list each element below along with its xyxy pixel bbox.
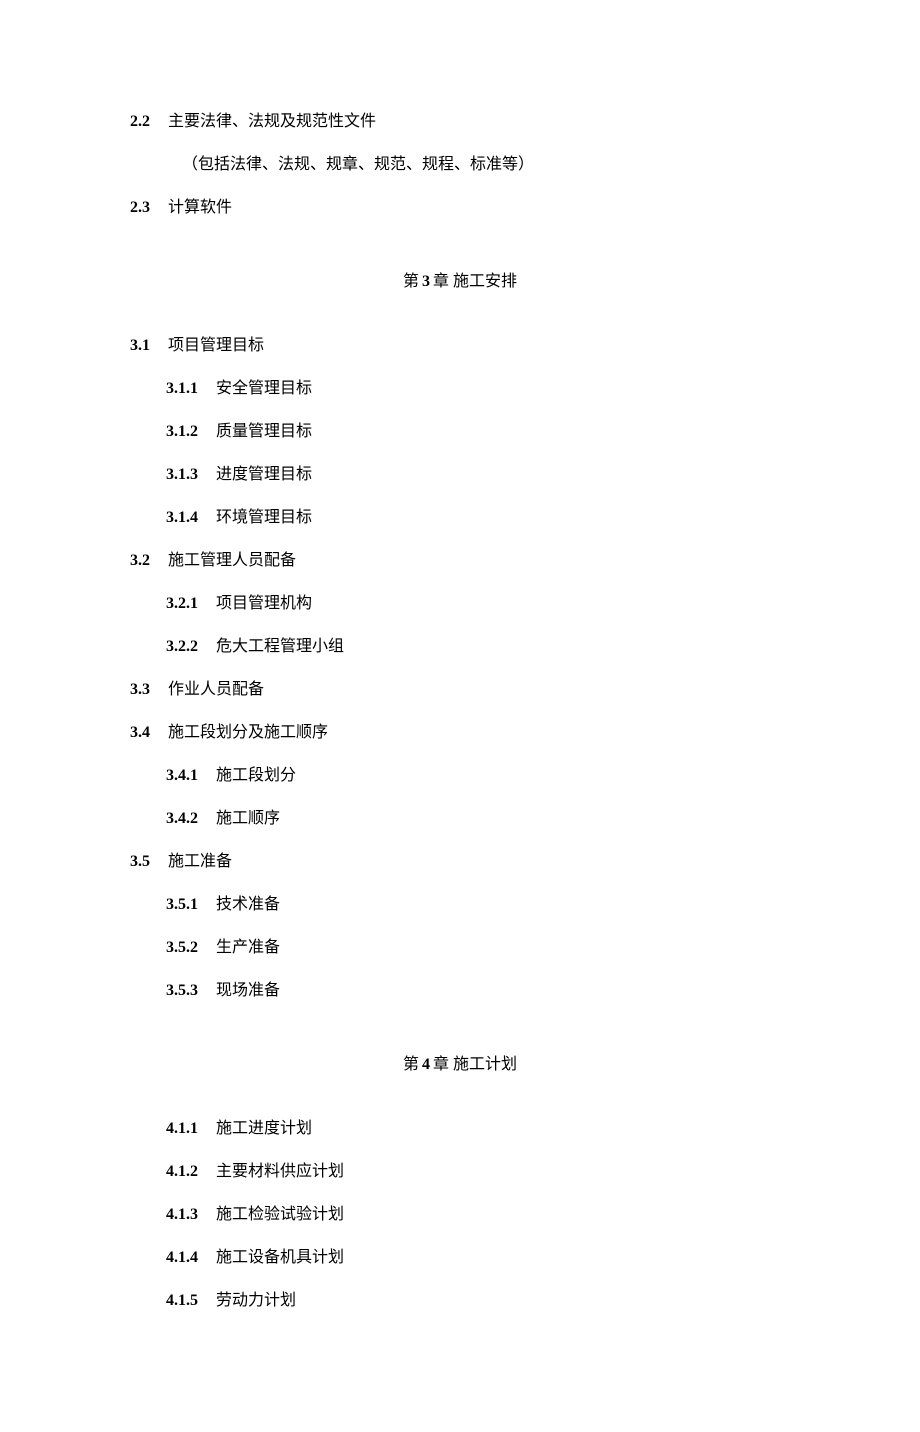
section-3-5: 3.5 施工准备 [130, 850, 790, 874]
section-3-2: 3.2 施工管理人员配备 [130, 549, 790, 573]
chapter-prefix: 第 [403, 1056, 419, 1073]
subsection-number: 4.1.4 [166, 1246, 198, 1270]
chapter-suffix: 章 施工安排 [433, 273, 517, 290]
subsection: 3.1.3 进度管理目标 [130, 463, 790, 487]
subsection-number: 4.1.1 [166, 1117, 198, 1141]
section-title: 项目管理目标 [168, 337, 264, 354]
subsection-number: 3.4.1 [166, 764, 198, 788]
chapter-number: 4 [422, 1056, 430, 1073]
section-3-4: 3.4 施工段划分及施工顺序 [130, 721, 790, 745]
subsection-number: 3.2.1 [166, 592, 198, 616]
section-2-3: 2.3 计算软件 [130, 196, 790, 220]
chapter-3-heading: 第3章 施工安排 [130, 270, 790, 294]
subsection: 3.5.1 技术准备 [130, 893, 790, 917]
subsection-title: 质量管理目标 [216, 423, 312, 440]
subsection-title: 环境管理目标 [216, 509, 312, 526]
subsection-number: 3.1.4 [166, 506, 198, 530]
section-number: 3.4 [130, 721, 150, 745]
subsection-title: 现场准备 [216, 982, 280, 999]
subsection-title: 安全管理目标 [216, 380, 312, 397]
section-title: 作业人员配备 [168, 681, 264, 698]
section-2-2: 2.2 主要法律、法规及规范性文件 [130, 110, 790, 134]
subsection-title: 危大工程管理小组 [216, 638, 344, 655]
subsection-number: 3.5.1 [166, 893, 198, 917]
subsection: 4.1.1 施工进度计划 [130, 1117, 790, 1141]
subsection-number: 3.1.1 [166, 377, 198, 401]
subsection-number: 4.1.3 [166, 1203, 198, 1227]
subsection: 4.1.2 主要材料供应计划 [130, 1160, 790, 1184]
section-3-1: 3.1 项目管理目标 [130, 334, 790, 358]
subsection: 3.4.1 施工段划分 [130, 764, 790, 788]
section-title: 施工管理人员配备 [168, 552, 296, 569]
section-title: 施工准备 [168, 853, 232, 870]
subsection: 4.1.5 劳动力计划 [130, 1289, 790, 1313]
subsection-title: 技术准备 [216, 896, 280, 913]
section-number: 3.3 [130, 678, 150, 702]
section-title: 主要法律、法规及规范性文件 [168, 113, 376, 130]
subsection: 3.1.1 安全管理目标 [130, 377, 790, 401]
subsection-number: 3.1.3 [166, 463, 198, 487]
subsection: 4.1.3 施工检验试验计划 [130, 1203, 790, 1227]
section-number: 2.3 [130, 196, 150, 220]
chapter-prefix: 第 [403, 273, 419, 290]
section-number: 2.2 [130, 110, 150, 134]
subsection-title: 施工顺序 [216, 810, 280, 827]
subsection-title: 进度管理目标 [216, 466, 312, 483]
section-number: 3.2 [130, 549, 150, 573]
subsection-title: 施工进度计划 [216, 1120, 312, 1137]
subsection-title: 施工设备机具计划 [216, 1249, 344, 1266]
chapter-suffix: 章 施工计划 [433, 1056, 517, 1073]
subsection-number: 3.5.3 [166, 979, 198, 1003]
subsection: 3.1.2 质量管理目标 [130, 420, 790, 444]
section-title: 施工段划分及施工顺序 [168, 724, 328, 741]
subsection-number: 4.1.2 [166, 1160, 198, 1184]
section-3-3: 3.3 作业人员配备 [130, 678, 790, 702]
subsection-number: 3.5.2 [166, 936, 198, 960]
subsection-title: 项目管理机构 [216, 595, 312, 612]
subsection-title: 生产准备 [216, 939, 280, 956]
section-title: 计算软件 [168, 199, 232, 216]
subsection-number: 4.1.5 [166, 1289, 198, 1313]
subsection: 3.2.1 项目管理机构 [130, 592, 790, 616]
subsection-title: 主要材料供应计划 [216, 1163, 344, 1180]
subsection-number: 3.1.2 [166, 420, 198, 444]
chapter-4-heading: 第4章 施工计划 [130, 1053, 790, 1077]
section-2-2-note: （包括法律、法规、规章、规范、规程、标准等） [130, 153, 790, 177]
subsection-number: 3.4.2 [166, 807, 198, 831]
section-number: 3.5 [130, 850, 150, 874]
subsection: 3.5.3 现场准备 [130, 979, 790, 1003]
subsection: 4.1.4 施工设备机具计划 [130, 1246, 790, 1270]
chapter-number: 3 [422, 273, 430, 290]
section-number: 3.1 [130, 334, 150, 358]
subsection-title: 施工段划分 [216, 767, 296, 784]
subsection: 3.2.2 危大工程管理小组 [130, 635, 790, 659]
subsection: 3.4.2 施工顺序 [130, 807, 790, 831]
subsection: 3.5.2 生产准备 [130, 936, 790, 960]
subsection-title: 施工检验试验计划 [216, 1206, 344, 1223]
subsection: 3.1.4 环境管理目标 [130, 506, 790, 530]
subsection-number: 3.2.2 [166, 635, 198, 659]
